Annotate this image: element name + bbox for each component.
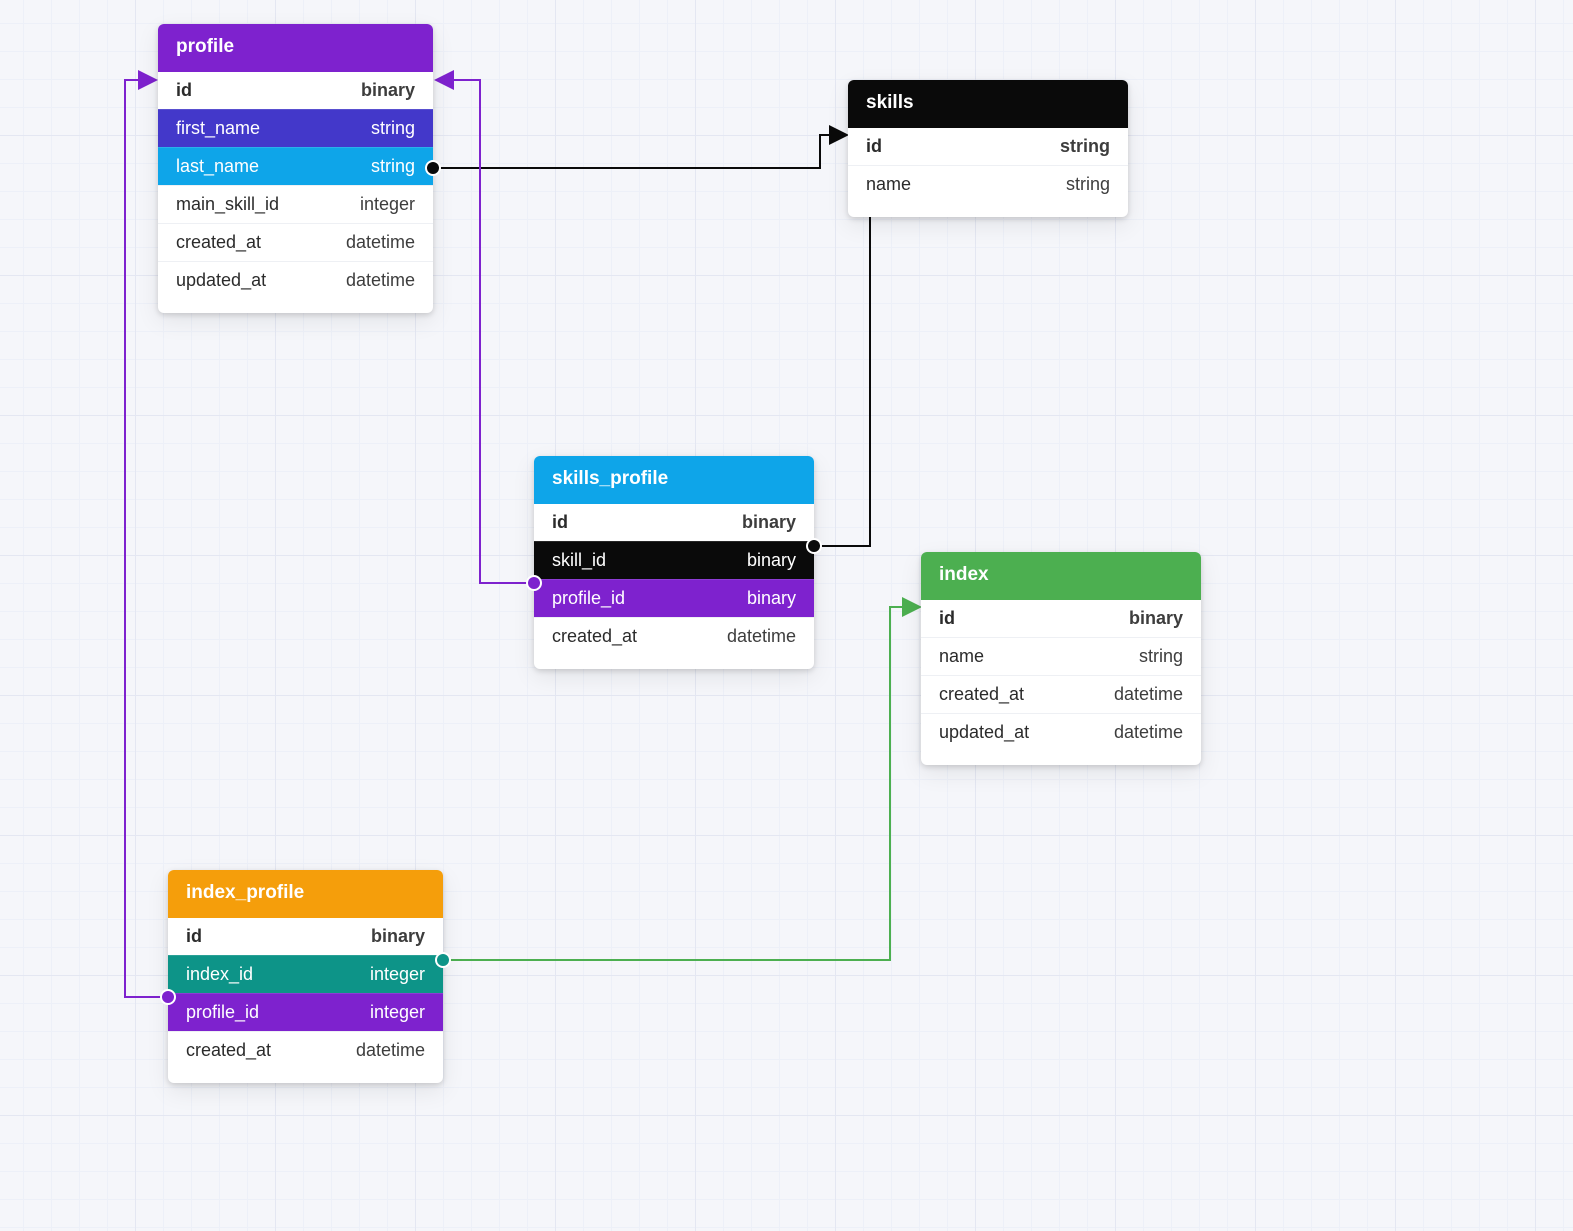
port-skills-profile-profile-id[interactable] <box>528 577 540 589</box>
col-index-id[interactable]: idbinary <box>921 600 1201 637</box>
col-index-profile-created-at[interactable]: created_atdatetime <box>168 1031 443 1069</box>
table-header-skills-profile[interactable]: skills_profile <box>534 456 814 504</box>
col-index-name[interactable]: namestring <box>921 637 1201 675</box>
col-index-profile-profile-id[interactable]: profile_idinteger <box>168 993 443 1031</box>
table-title: index <box>939 564 989 585</box>
edge-skills-profile-skill-to-skills <box>814 185 870 546</box>
col-profile-last-name[interactable]: last_namestring <box>158 147 433 185</box>
table-header-skills[interactable]: skills <box>848 80 1128 128</box>
table-profile[interactable]: profile idbinary first_namestring last_n… <box>158 24 433 313</box>
edge-profile-main-skill-to-skills <box>433 135 847 168</box>
col-index-created-at[interactable]: created_atdatetime <box>921 675 1201 713</box>
edge-skills-profile-profile-to-profile <box>436 80 532 583</box>
table-header-index[interactable]: index <box>921 552 1201 600</box>
col-skills-profile-created-at[interactable]: created_atdatetime <box>534 617 814 655</box>
col-index-profile-index-id[interactable]: index_idinteger <box>168 955 443 993</box>
diagram-canvas[interactable]: profile idbinary first_namestring last_n… <box>0 0 1573 1231</box>
col-profile-main-skill-id[interactable]: main_skill_idinteger <box>158 185 433 223</box>
col-skills-name[interactable]: namestring <box>848 165 1128 203</box>
col-profile-updated-at[interactable]: updated_atdatetime <box>158 261 433 299</box>
table-header-profile[interactable]: profile <box>158 24 433 72</box>
col-skills-id[interactable]: idstring <box>848 128 1128 165</box>
col-profile-first-name[interactable]: first_namestring <box>158 109 433 147</box>
table-header-index-profile[interactable]: index_profile <box>168 870 443 918</box>
col-skills-profile-profile-id[interactable]: profile_idbinary <box>534 579 814 617</box>
table-skills[interactable]: skills idstring namestring <box>848 80 1128 217</box>
port-index-profile-profile-id[interactable] <box>162 991 174 1003</box>
port-skills-profile-skill-id[interactable] <box>808 540 820 552</box>
table-title: profile <box>176 36 234 57</box>
table-title: skills <box>866 92 914 113</box>
table-skills-profile[interactable]: skills_profile idbinary skill_idbinary p… <box>534 456 814 669</box>
table-index-profile[interactable]: index_profile idbinary index_idinteger p… <box>168 870 443 1083</box>
port-profile-main-skill-id[interactable] <box>427 162 439 174</box>
col-index-updated-at[interactable]: updated_atdatetime <box>921 713 1201 751</box>
table-title: index_profile <box>186 882 304 903</box>
col-profile-id[interactable]: idbinary <box>158 72 433 109</box>
col-profile-created-at[interactable]: created_atdatetime <box>158 223 433 261</box>
table-title: skills_profile <box>552 468 668 489</box>
col-skills-profile-skill-id[interactable]: skill_idbinary <box>534 541 814 579</box>
col-skills-profile-id[interactable]: idbinary <box>534 504 814 541</box>
port-index-profile-index-id[interactable] <box>437 954 449 966</box>
col-index-profile-id[interactable]: idbinary <box>168 918 443 955</box>
table-index[interactable]: index idbinary namestring created_atdate… <box>921 552 1201 765</box>
